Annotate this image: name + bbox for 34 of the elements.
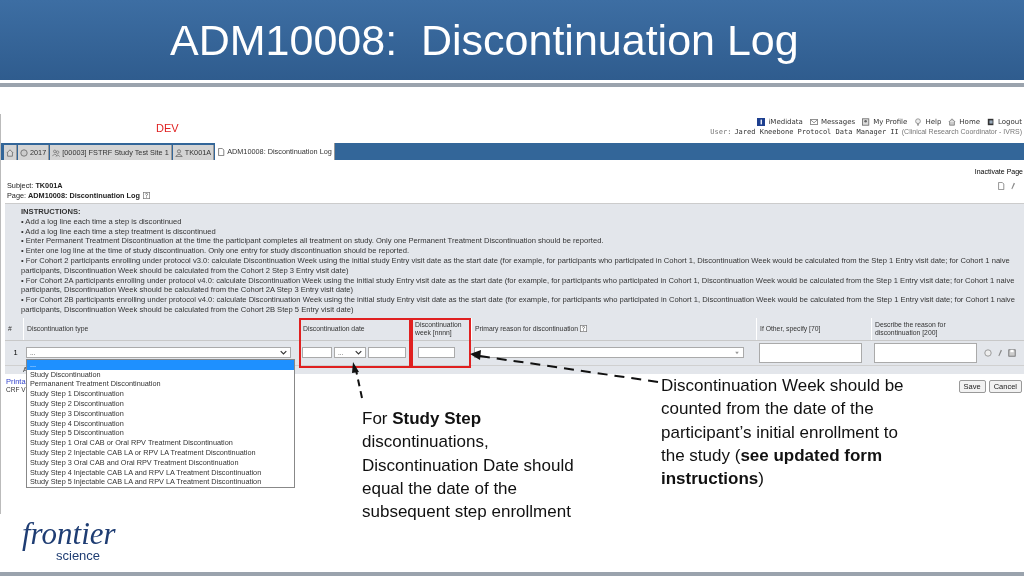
circle-icon[interactable]: [984, 348, 992, 357]
home-icon: [6, 148, 14, 157]
chevron-icon: [280, 350, 287, 356]
help-icon[interactable]: [143, 191, 150, 199]
document-icon[interactable]: [997, 182, 1005, 190]
envelope-icon: [809, 118, 818, 126]
lightbulb-icon: [914, 118, 923, 126]
slide-title: ADM10008: Discontinuation Log: [170, 15, 799, 65]
person-icon: [174, 148, 183, 157]
people-icon: [52, 148, 61, 157]
chevron-icon: [734, 350, 740, 355]
chevron-icon: [355, 350, 362, 356]
document-icon: [217, 147, 226, 156]
logout-icon: [987, 118, 996, 126]
save-icon[interactable]: [1008, 348, 1016, 357]
help-icon[interactable]: [580, 325, 588, 333]
globe-icon: [20, 148, 28, 157]
pencil-icon[interactable]: [996, 348, 1004, 357]
profile-icon: [862, 118, 871, 126]
callout-text: For Study Step discontinuations, Discontinuation Date should equal the date of the subsequent step enrollment: [362, 408, 575, 524]
home-icon: [948, 118, 957, 126]
other-field[interactable]: [759, 342, 862, 363]
day-field[interactable]: [302, 347, 332, 359]
environment-label: DEV: [156, 122, 179, 136]
reason-dropdown[interactable]: [474, 347, 744, 359]
logo: frontier science: [22, 518, 116, 562]
dashed-arrow: [352, 362, 363, 399]
week-field[interactable]: [418, 347, 455, 359]
pencil-icon[interactable]: [1009, 182, 1017, 190]
breadcrumb-tab[interactable]: [4, 145, 17, 160]
callout-text: Discontinuation Week should be counted from the date of the participant’s initial enrollment to the study (see updated form instructions): [661, 375, 905, 491]
reason-description-field[interactable]: [874, 342, 977, 363]
year-field[interactable]: [368, 347, 406, 359]
info-icon: [757, 118, 766, 126]
